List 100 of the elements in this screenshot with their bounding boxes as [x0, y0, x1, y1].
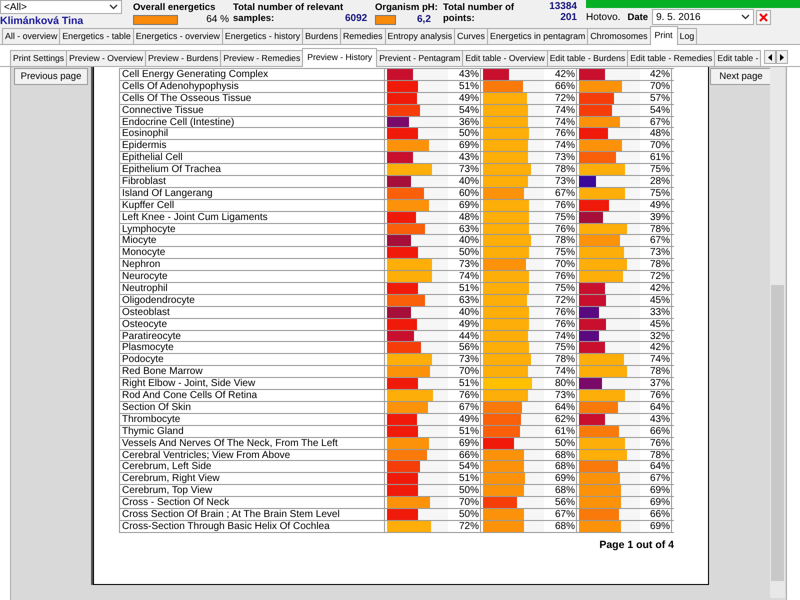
percentage-text: 78%: [650, 366, 670, 378]
ph-value: 6,2: [417, 14, 431, 25]
percentage-text: 72%: [458, 520, 479, 532]
tab[interactable]: Preview - Remedies: [220, 50, 304, 66]
tab[interactable]: Energetics - table: [59, 28, 134, 44]
percentage-text: 48%: [650, 128, 670, 140]
percentage-text: 66%: [458, 450, 479, 460]
tab[interactable]: Previent - Pentagram: [376, 50, 464, 66]
percentage-text: 42%: [650, 283, 670, 294]
tab[interactable]: Entropy analysis: [384, 28, 456, 44]
caret-icon: [109, 4, 118, 10]
points-value: 13384: [549, 1, 577, 12]
percentage-text: 76%: [554, 318, 575, 330]
vertical-scrollbar[interactable]: [770, 67, 785, 598]
overall-energetics-label: Overall energetics: [133, 2, 216, 13]
percentage-text: 73%: [554, 152, 575, 164]
tab[interactable]: Edit table -: [714, 50, 762, 66]
percentage-text: 50%: [458, 247, 479, 258]
status-text: Hotovo.: [586, 12, 620, 22]
table-cell: Cells Of Adenohypophysis: [119, 80, 384, 92]
percentage-text: 67%: [554, 188, 575, 199]
tab[interactable]: Preview - Overview: [66, 50, 146, 66]
percentage-text: 66%: [650, 508, 670, 520]
table-cell: Cerebrum, Left Side: [119, 461, 384, 472]
percentage-text: 28%: [650, 176, 670, 188]
tab[interactable]: Energetics - history: [222, 28, 304, 44]
table-cell: Neutrophil: [119, 283, 384, 294]
scrollbar-thumb[interactable]: [771, 285, 784, 581]
percentage-text: 75%: [554, 342, 575, 354]
percentage-text: 74%: [554, 366, 575, 378]
previous-page-button[interactable]: Previous page: [14, 68, 88, 85]
percentage-text: 78%: [650, 224, 670, 235]
table-cell: Epidermis: [119, 140, 384, 152]
percentage-text: 42%: [650, 69, 670, 80]
table-cell: Podocyte: [119, 354, 384, 366]
percentage-text: 62%: [554, 414, 575, 425]
percentage-text: 78%: [554, 354, 575, 366]
percentage-text: 75%: [554, 283, 575, 294]
percentage-text: 74%: [554, 116, 575, 128]
ph-indicator: [375, 14, 396, 24]
right-arrow-icon: [780, 54, 784, 60]
percentage-text: 64%: [650, 461, 670, 472]
scroll-left-button[interactable]: [764, 50, 776, 64]
percentage-text: 74%: [554, 104, 575, 116]
tab[interactable]: Print: [650, 26, 678, 45]
percentage-text: 67%: [458, 402, 479, 413]
close-icon: [759, 12, 768, 22]
tab[interactable]: Preview - History: [302, 48, 378, 67]
table-cell: Rod And Cone Cells Of Retina: [119, 390, 384, 401]
percentage-text: 51%: [458, 283, 479, 294]
percentage-text: 54%: [650, 104, 670, 116]
tab[interactable]: Log: [676, 28, 698, 44]
table-cell: Cross - Section Of Neck: [119, 497, 384, 508]
percentage-text: 50%: [458, 128, 479, 140]
page-indicator: Page 1 out of 4: [598, 538, 674, 551]
tab[interactable]: Edit table - Overview: [462, 50, 548, 66]
clear-date-button[interactable]: [756, 10, 772, 24]
percentage-text: 63%: [458, 294, 479, 306]
percentage-text: 66%: [650, 426, 670, 437]
percentage-text: 63%: [458, 224, 479, 235]
percentage-text: 76%: [458, 390, 479, 402]
tab[interactable]: Print Settings: [10, 50, 68, 66]
percentage-text: 54%: [458, 104, 479, 116]
percentage-text: 49%: [458, 414, 479, 425]
percentage-text: 73%: [458, 259, 479, 270]
patient-filter-dropdown[interactable]: <All>: [0, 0, 122, 14]
percentage-text: 67%: [650, 235, 670, 246]
table-cell: Cerebral Ventricles; View From Above: [119, 450, 384, 460]
percentage-text: 74%: [554, 330, 575, 342]
percentage-text: 76%: [650, 390, 670, 402]
energetics-indicator: [133, 14, 178, 24]
tab[interactable]: Edit table - Burdens: [546, 50, 628, 66]
percentage-text: 51%: [458, 80, 479, 92]
tab[interactable]: Preview - Burdens: [145, 50, 222, 66]
table-cell: Fibroblast: [119, 176, 384, 187]
percentage-text: 56%: [458, 342, 479, 354]
scroll-right-button[interactable]: [776, 50, 788, 64]
percentage-text: 43%: [458, 152, 479, 164]
tab[interactable]: Edit table - Remedies: [627, 50, 716, 66]
percentage-text: 75%: [650, 164, 670, 176]
tab[interactable]: Energetics - overview: [132, 28, 223, 44]
percentage-text: 64%: [650, 402, 670, 413]
tab[interactable]: Energetics in pentagram: [486, 28, 588, 44]
percentage-text: 75%: [650, 188, 670, 199]
percentage-text: 68%: [554, 520, 575, 532]
percentage-text: 73%: [554, 390, 575, 402]
percentage-text: 43%: [458, 69, 479, 80]
percentage-text: 78%: [554, 235, 575, 246]
table-cell: Right Elbow - Joint, Side View: [119, 378, 384, 390]
percentage-text: 70%: [554, 259, 575, 270]
percentage-text: 69%: [458, 140, 479, 152]
percentage-text: 49%: [650, 200, 670, 211]
table-cell: Cross-Section Through Basic Helix Of Cochlea: [119, 520, 384, 532]
tab[interactable]: All - overview: [2, 28, 60, 44]
table-cell: Section Of Skin: [119, 402, 384, 413]
date-picker[interactable]: 9. 5. 2016: [652, 9, 754, 25]
table-cell: Monocyte: [119, 247, 384, 258]
percentage-text: 42%: [554, 69, 575, 80]
percentage-text: 45%: [650, 318, 670, 330]
next-page-button[interactable]: Next page: [710, 68, 772, 85]
